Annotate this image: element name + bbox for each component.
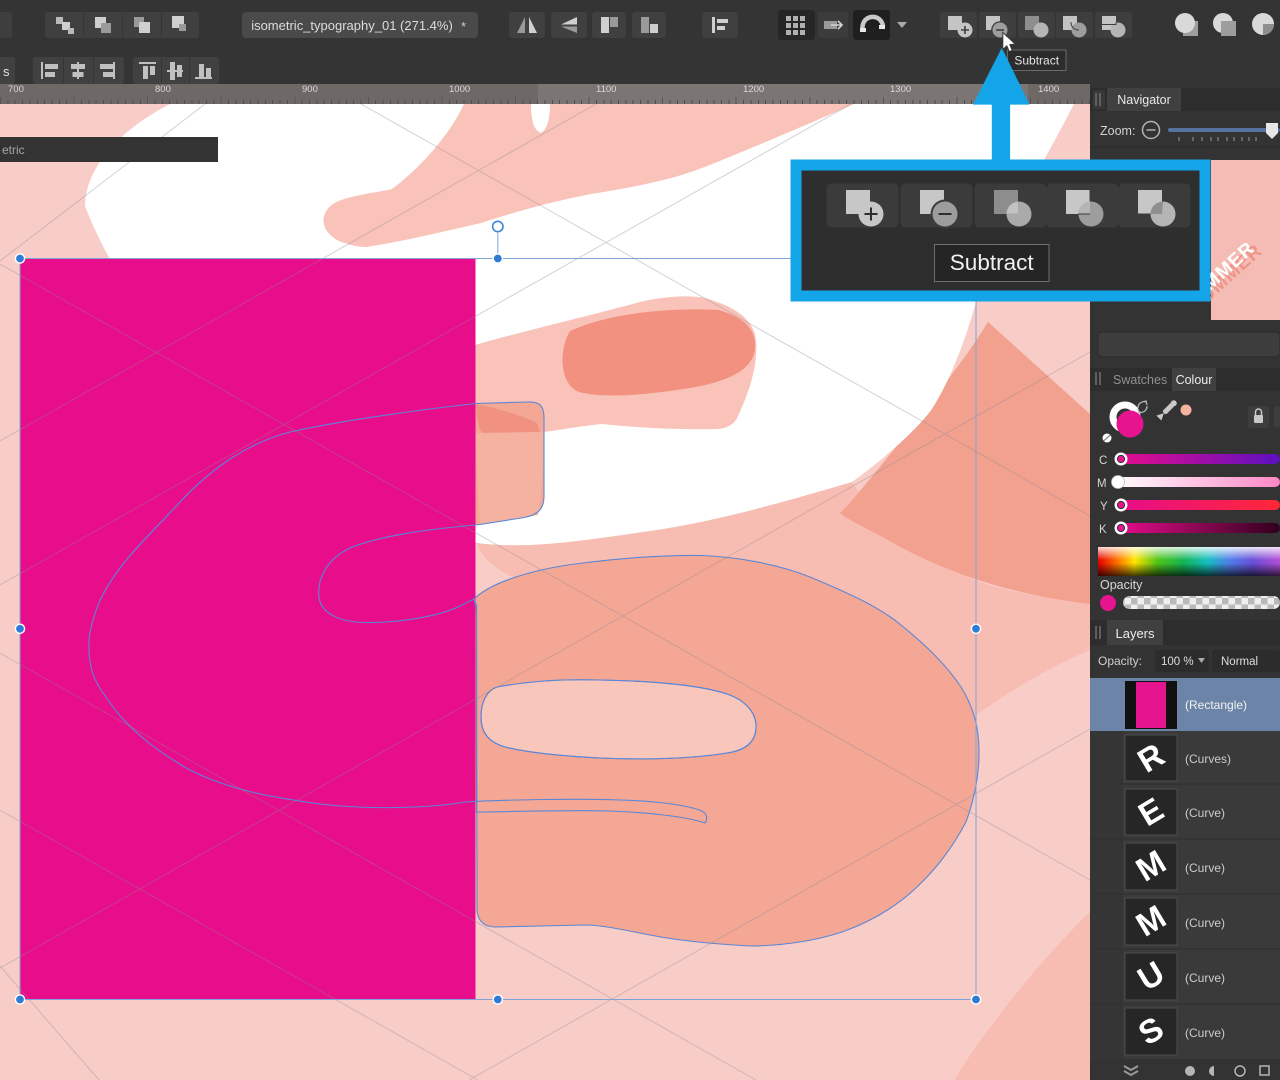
svg-text:Subtract: Subtract <box>1014 54 1059 68</box>
svg-text:Subtract: Subtract <box>950 250 1035 275</box>
